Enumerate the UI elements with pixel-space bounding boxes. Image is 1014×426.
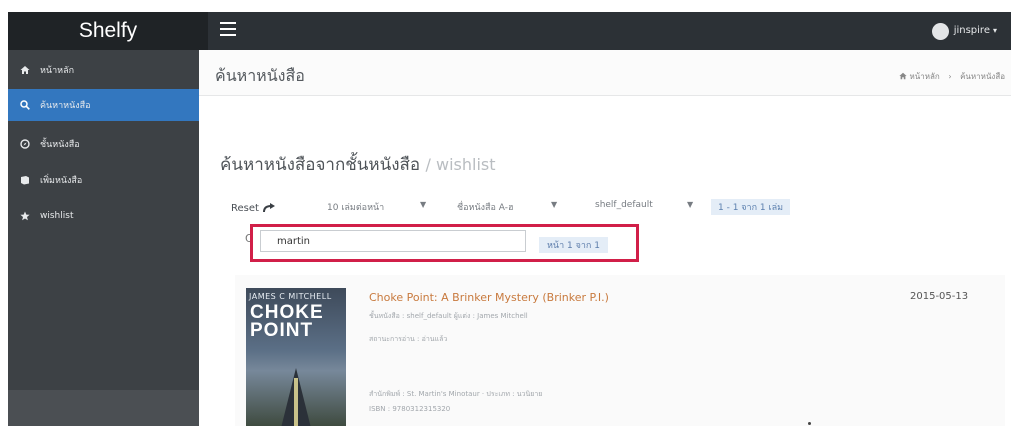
book-date: 2015-05-13 — [910, 291, 969, 302]
chevron-down-icon: ▾ — [992, 26, 997, 35]
breadcrumb-current: ค้นหาหนังสือ — [960, 72, 1005, 81]
book-cover[interactable]: JAMES C MITCHELL CHOKE POINT — [246, 288, 346, 426]
sidebar-item-label: ชั้นหนังสือ — [40, 140, 80, 150]
top-navbar: Shelfy jinspire ▾ — [8, 12, 1011, 50]
sidebar-item-label: เพิ่มหนังสือ — [40, 176, 83, 186]
sidebar-item-add-book[interactable]: เพิ่มหนังสือ — [8, 164, 199, 196]
avatar — [931, 22, 949, 40]
content-header: ค้นหาหนังสือ หน้าหลัก › ค้นหาหนังสือ — [199, 50, 1011, 96]
sidebar-item-home[interactable]: หน้าหลัก — [8, 54, 199, 86]
chevron-down-icon[interactable]: ▼ — [551, 200, 557, 209]
sidebar-footer — [8, 390, 199, 426]
sidebar-item-label: หน้าหลัก — [40, 66, 75, 76]
page-title: ค้นหาหนังสือ — [215, 66, 305, 85]
chevron-down-icon[interactable]: ▼ — [420, 200, 426, 209]
result-count-badge: 1 - 1 จาก 1 เล่ม — [711, 199, 791, 215]
highlight-frame — [250, 224, 639, 262]
reset-button[interactable]: Reset — [231, 203, 276, 214]
brand-logo[interactable]: Shelfy — [8, 12, 208, 50]
breadcrumb-separator: › — [948, 72, 952, 81]
section-title: ค้นหาหนังสือจากชั้นหนังสือ / wishlist — [220, 151, 496, 178]
chevron-down-icon[interactable]: ▼ — [687, 200, 693, 209]
compass-icon — [20, 139, 30, 149]
section-title-text: ค้นหาหนังสือจากชั้นหนังสือ — [220, 155, 421, 175]
sidebar-item-bookshelf[interactable]: ชั้นหนังสือ — [8, 128, 199, 160]
breadcrumb-home[interactable]: หน้าหลัก — [910, 72, 940, 81]
star-icon — [20, 211, 30, 221]
home-icon — [20, 66, 30, 74]
menu-toggle-icon[interactable] — [220, 22, 236, 36]
sidebar-item-label: wishlist — [40, 211, 74, 221]
search-icon — [20, 100, 30, 110]
book-meta-status: สถานะการอ่าน : อ่านแล้ว — [369, 335, 448, 343]
per-page-select[interactable]: 10 เล่มต่อหน้า — [327, 200, 384, 214]
book-meta-publisher: สำนักพิมพ์ : St. Martin's Minotaur · ประ… — [369, 390, 543, 398]
filter-toolbar: Reset 10 เล่มต่อหน้า ▼ ชื่อหนังสือ A-ฮ ▼… — [231, 199, 791, 216]
cursor-dot — [808, 422, 811, 425]
redo-arrow-icon — [262, 203, 275, 213]
book-title-link[interactable]: Choke Point: A Brinker Mystery (Brinker … — [369, 291, 609, 304]
reset-label: Reset — [231, 202, 259, 214]
user-menu[interactable]: jinspire ▾ — [931, 22, 997, 40]
sidebar-item-wishlist[interactable]: wishlist — [8, 200, 199, 232]
cover-title: CHOKE POINT — [250, 303, 324, 341]
sidebar-item-search-books[interactable]: ค้นหาหนังสือ — [8, 89, 199, 121]
cover-road-line — [294, 378, 298, 426]
sort-select[interactable]: ชื่อหนังสือ A-ฮ — [457, 200, 513, 214]
book-meta-isbn: ISBN : 9780312315320 — [369, 405, 451, 413]
sidebar-item-label: ค้นหาหนังสือ — [40, 101, 91, 111]
sidebar: หน้าหลัก ค้นหาหนังสือ ชั้นหนังสือ เพิ่มห… — [8, 50, 199, 426]
breadcrumb: หน้าหลัก › ค้นหาหนังสือ — [899, 70, 1005, 83]
shelf-name: / wishlist — [425, 155, 496, 174]
cover-title-line: POINT — [250, 320, 314, 341]
book-meta-shelf-author: ชั้นหนังสือ : shelf_default ผู้แต่ง : Ja… — [369, 312, 528, 320]
shelf-select[interactable]: shelf_default — [595, 200, 653, 210]
user-name: jinspire — [953, 25, 990, 36]
home-icon — [899, 72, 907, 80]
book-icon — [21, 176, 29, 185]
result-card — [235, 275, 1005, 426]
cover-author: JAMES C MITCHELL — [249, 292, 332, 301]
